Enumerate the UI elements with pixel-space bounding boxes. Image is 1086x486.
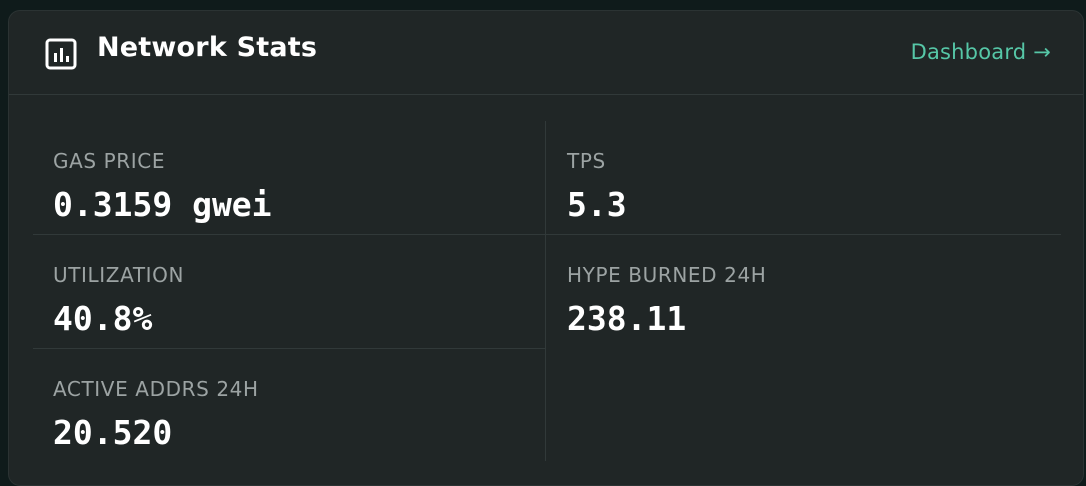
stat-label: UTILIZATION [53,263,185,287]
stat-label: ACTIVE ADDRS 24H [53,377,259,401]
stats-grid: GAS PRICE 0.3159 gwei TPS 5.3 UTILIZATIO… [33,121,1061,461]
stat-value: 5.3 [567,185,627,224]
dashboard-link[interactable]: Dashboard → [911,40,1051,64]
stat-gas-price: GAS PRICE 0.3159 gwei [53,149,272,224]
network-stats-card: Network Stats Dashboard → GAS PRICE 0.31… [8,10,1084,486]
stat-label: TPS [567,149,606,173]
chart-icon [45,38,77,70]
stat-tps: TPS 5.3 [567,149,627,224]
stat-value: 0.3159 gwei [53,185,272,224]
stat-label: GAS PRICE [53,149,166,173]
stat-active-addrs: ACTIVE ADDRS 24H 20.520 [53,377,259,452]
row-divider [33,348,545,349]
stat-value: 20.520 [53,413,173,452]
stat-hype-burned: HYPE BURNED 24H 238.11 [567,263,766,338]
card-title: Network Stats [97,32,318,63]
card-header: Network Stats Dashboard → [9,11,1083,95]
stat-label: HYPE BURNED 24H [567,263,767,287]
stat-utilization: UTILIZATION 40.8% [53,263,184,338]
stat-value: 40.8% [53,299,153,338]
column-divider [545,121,546,461]
stat-value: 238.11 [567,299,687,338]
row-divider [33,234,1061,235]
